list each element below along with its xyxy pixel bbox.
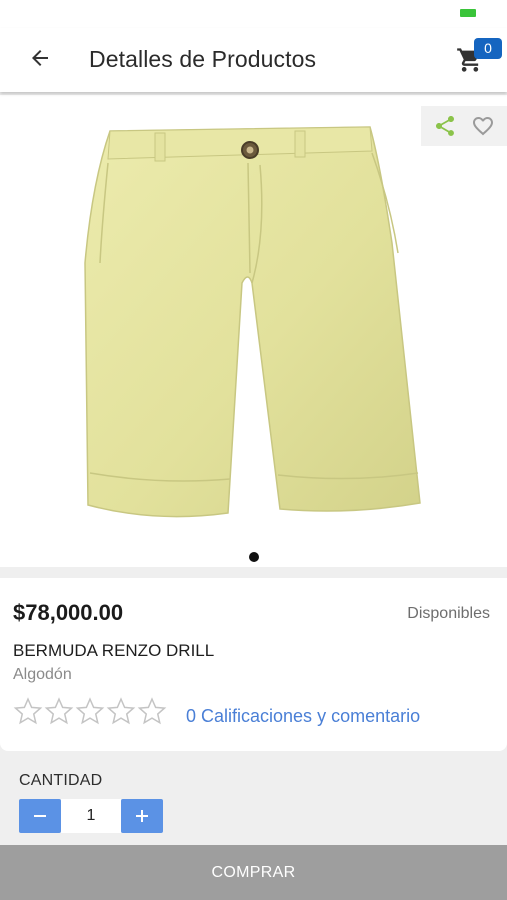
increase-quantity-button[interactable] (121, 799, 163, 833)
star-outline-icon (137, 697, 167, 725)
ratings-comments-link[interactable]: 0 Calificaciones y comentario (186, 706, 420, 727)
product-info-card: $78,000.00 Disponibles BERMUDA RENZO DRI… (0, 578, 507, 751)
product-name: BERMUDA RENZO DRILL (13, 641, 215, 660)
cart-count-badge: 0 (474, 38, 502, 59)
quantity-stepper (19, 799, 163, 833)
quantity-label: CANTIDAD (19, 772, 103, 789)
share-icon[interactable] (431, 112, 459, 140)
product-image (80, 123, 430, 528)
product-price: $78,000.00 (13, 600, 124, 625)
page-title: Detalles de Productos (89, 46, 317, 72)
back-button[interactable] (22, 42, 58, 78)
buy-button[interactable]: COMPRAR (0, 845, 507, 900)
star-outline-icon (106, 697, 136, 725)
quantity-input[interactable] (61, 799, 121, 833)
image-actions (421, 106, 507, 146)
battery-icon (460, 9, 476, 17)
minus-icon (34, 815, 46, 817)
quantity-section: CANTIDAD (0, 756, 507, 846)
product-detail-screen: Detalles de Productos 0 $78,000.00 Dispo… (0, 0, 507, 900)
star-outline-icon (44, 697, 74, 725)
app-bar: Detalles de Productos 0 (0, 28, 507, 92)
heart-outline-icon[interactable] (469, 112, 497, 140)
star-outline-icon (75, 697, 105, 725)
plus-icon (136, 810, 148, 822)
status-bar (0, 0, 507, 28)
carousel-dot-active[interactable] (249, 552, 259, 562)
star-outline-icon (13, 697, 43, 725)
product-category: Algodón (13, 666, 72, 683)
availability-status: Disponibles (407, 605, 490, 622)
decrease-quantity-button[interactable] (19, 799, 61, 833)
rating-stars[interactable] (13, 696, 167, 726)
cart-button[interactable]: 0 (452, 38, 502, 82)
product-image-carousel[interactable] (0, 95, 507, 567)
arrow-left-icon (28, 46, 52, 75)
